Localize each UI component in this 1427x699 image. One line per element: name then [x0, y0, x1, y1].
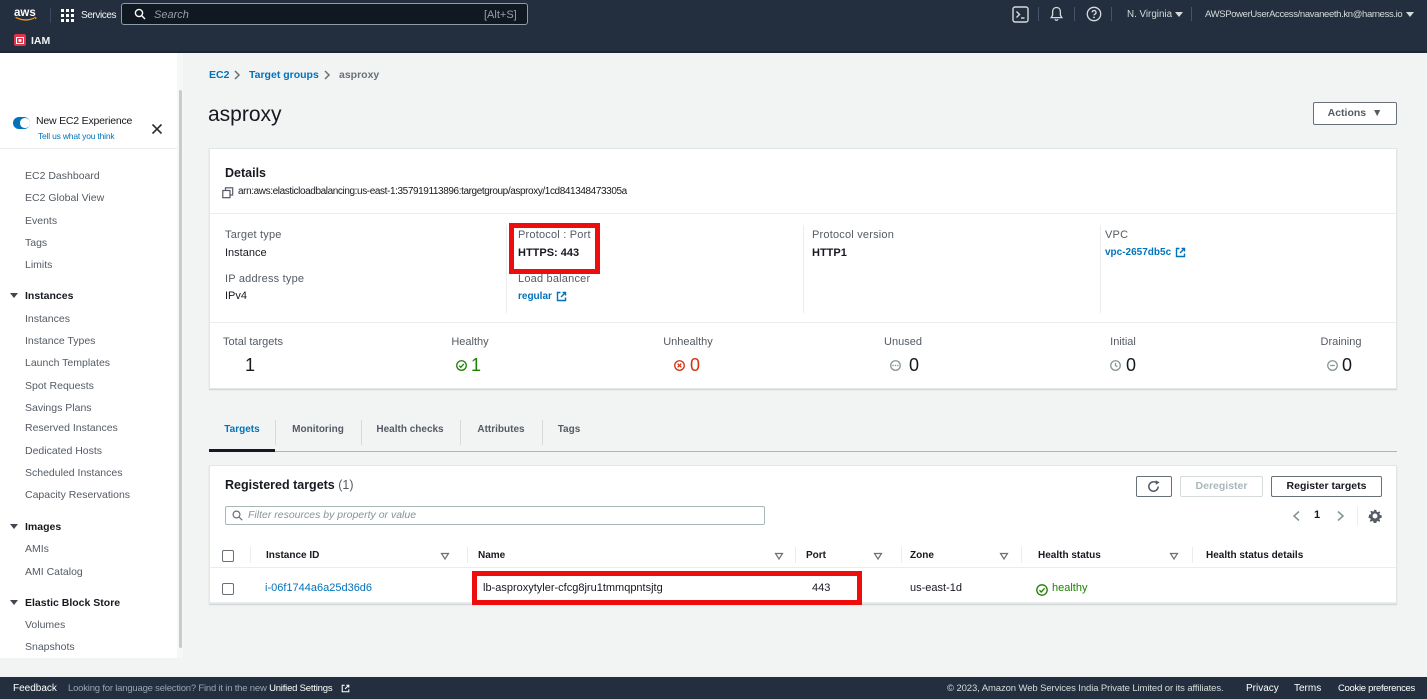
svg-text:aws: aws — [14, 7, 36, 19]
